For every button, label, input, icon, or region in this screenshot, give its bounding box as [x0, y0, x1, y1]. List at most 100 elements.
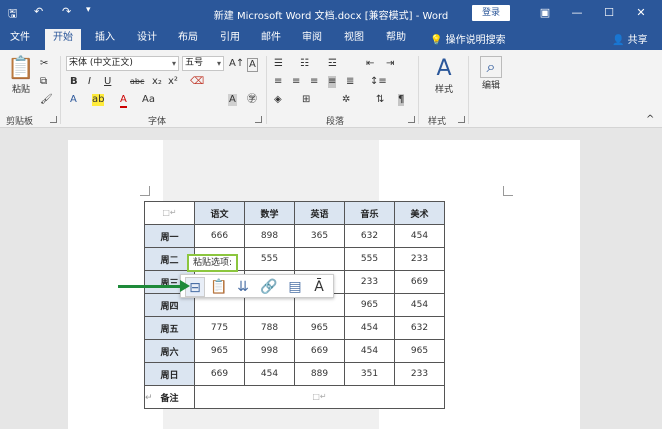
table-cell[interactable]: 454	[344, 316, 395, 340]
underline-icon[interactable]: U	[104, 76, 111, 88]
text-only-icon[interactable]: Ā	[309, 277, 329, 297]
align-left-icon[interactable]: ≡	[274, 76, 282, 88]
row-header[interactable]: 周五	[144, 316, 195, 340]
minimize-icon[interactable]: —	[568, 4, 586, 22]
table-cell[interactable]: 454	[394, 224, 445, 248]
multilevel-list-icon[interactable]: ☲	[328, 58, 337, 70]
tab-help[interactable]: 帮助	[386, 31, 406, 50]
table-cell[interactable]: 669	[294, 339, 345, 363]
table-cell[interactable]: 233	[344, 270, 395, 294]
char-border-icon[interactable]: A	[247, 58, 258, 72]
table-cell[interactable]: 965	[194, 339, 245, 363]
bullets-icon[interactable]: ☰	[274, 58, 283, 70]
table-cell[interactable]: 965	[394, 339, 445, 363]
table-cell[interactable]: 555	[344, 247, 395, 271]
align-center-icon[interactable]: ≡	[292, 76, 300, 88]
editing-button[interactable]: ⌕ 编辑	[476, 56, 506, 91]
cut-icon[interactable]: ✂	[40, 58, 48, 70]
font-name-select[interactable]: 宋体 (中文正文) ▾	[66, 56, 179, 71]
italic-icon[interactable]: I	[88, 76, 91, 88]
clear-formatting-icon[interactable]: ⌫	[190, 76, 204, 88]
align-right-icon[interactable]: ≡	[310, 76, 318, 88]
share-button[interactable]: 👤 共享	[612, 31, 648, 46]
distributed-icon[interactable]: ≣	[346, 76, 354, 88]
tab-view[interactable]: 视图	[344, 31, 364, 50]
table-cell[interactable]: 666	[194, 224, 245, 248]
ribbon-display-icon[interactable]: ▣	[536, 4, 554, 22]
bold-icon[interactable]: B	[70, 76, 78, 88]
subscript-icon[interactable]: x₂	[152, 76, 162, 88]
font-size-select[interactable]: 五号 ▾	[182, 56, 224, 71]
table-cell[interactable]: 351	[344, 362, 395, 386]
overwrite-cells-icon[interactable]: ▤	[285, 277, 305, 297]
column-header[interactable]: 音乐	[344, 201, 395, 225]
collapse-ribbon-icon[interactable]: ^	[646, 114, 654, 126]
table-cell[interactable]: 365	[294, 224, 345, 248]
row-header[interactable]: 周一	[144, 224, 195, 248]
char-shading-icon[interactable]: A	[228, 94, 237, 106]
row-header[interactable]: 周日	[144, 362, 195, 386]
tab-insert[interactable]: 插入	[95, 31, 115, 50]
tab-layout[interactable]: 布局	[178, 31, 198, 50]
numbering-icon[interactable]: ☷	[300, 58, 309, 70]
sort-icon[interactable]: ⇅	[376, 94, 384, 106]
maximize-icon[interactable]: ☐	[600, 4, 618, 22]
tab-references[interactable]: 引用	[220, 31, 240, 50]
justify-icon[interactable]: ≡	[328, 76, 337, 88]
insert-rows-icon[interactable]: ⇊	[233, 277, 253, 297]
copy-icon[interactable]: ⧉	[40, 76, 47, 88]
tab-design[interactable]: 设计	[137, 31, 157, 50]
close-icon[interactable]: ✕	[632, 4, 650, 22]
tab-review[interactable]: 审阅	[302, 31, 322, 50]
change-case-icon[interactable]: Aa	[142, 94, 155, 106]
login-button[interactable]: 登录	[472, 5, 510, 21]
table-cell[interactable]: 454	[344, 339, 395, 363]
row-header[interactable]: 周六	[144, 339, 195, 363]
font-launcher-icon[interactable]	[255, 116, 262, 123]
table-cell[interactable]: 775	[194, 316, 245, 340]
show-marks-icon[interactable]: ¶	[398, 94, 405, 106]
line-spacing-icon[interactable]: ↕≡	[370, 76, 387, 88]
column-header[interactable]: 语文	[194, 201, 245, 225]
text-effects-icon[interactable]: A	[70, 94, 77, 106]
column-header[interactable]: 数学	[244, 201, 295, 225]
grow-font-icon[interactable]: A↑	[229, 58, 244, 70]
clipboard-launcher-icon[interactable]	[50, 116, 57, 123]
table-corner-cell[interactable]: □↵	[144, 201, 195, 225]
tab-home[interactable]: 开始	[45, 29, 81, 50]
table-cell[interactable]: 898	[244, 224, 295, 248]
table-cell[interactable]: 632	[344, 224, 395, 248]
strikethrough-icon[interactable]: abc	[130, 76, 144, 88]
paragraph-launcher-icon[interactable]	[408, 116, 415, 123]
table-cell[interactable]: 889	[294, 362, 345, 386]
table-cell[interactable]: 965	[344, 293, 395, 317]
enclose-char-icon[interactable]: ㊫	[247, 94, 257, 106]
table-cell[interactable]: 632	[394, 316, 445, 340]
highlight-icon[interactable]: ab	[92, 94, 105, 106]
table-cell[interactable]: 233	[394, 362, 445, 386]
tab-file[interactable]: 文件	[10, 31, 30, 50]
shading-icon[interactable]: ◈	[274, 94, 282, 106]
table-cell[interactable]: 998	[244, 339, 295, 363]
increase-indent-icon[interactable]: ⇥	[386, 58, 394, 70]
table-cell[interactable]: 555	[244, 247, 295, 271]
column-header[interactable]: 英语	[294, 201, 345, 225]
styles-button[interactable]: A 样式	[428, 56, 460, 95]
table-cell[interactable]	[294, 247, 345, 271]
styles-launcher-icon[interactable]	[458, 116, 465, 123]
font-color-icon[interactable]: A	[120, 94, 127, 108]
table-cell[interactable]: 788	[244, 316, 295, 340]
column-header[interactable]: 美术	[394, 201, 445, 225]
table-cell[interactable]: 454	[244, 362, 295, 386]
borders-icon[interactable]: ⊞	[302, 94, 310, 106]
schedule-table[interactable]: □↵ 语文 数学 英语 音乐 美术 周一 666 898 365 632 454…	[144, 201, 445, 409]
table-cell[interactable]: 669	[394, 270, 445, 294]
merge-table-icon[interactable]: 📋	[209, 277, 229, 297]
superscript-icon[interactable]: x²	[168, 76, 178, 88]
paste-button[interactable]: 📋 粘贴	[6, 56, 36, 95]
decrease-indent-icon[interactable]: ⇤	[366, 58, 374, 70]
table-cell[interactable]: 669	[194, 362, 245, 386]
keep-text-only-icon[interactable]: 🔗	[259, 277, 279, 297]
table-cell[interactable]: 233	[394, 247, 445, 271]
table-cell[interactable]: 454	[394, 293, 445, 317]
